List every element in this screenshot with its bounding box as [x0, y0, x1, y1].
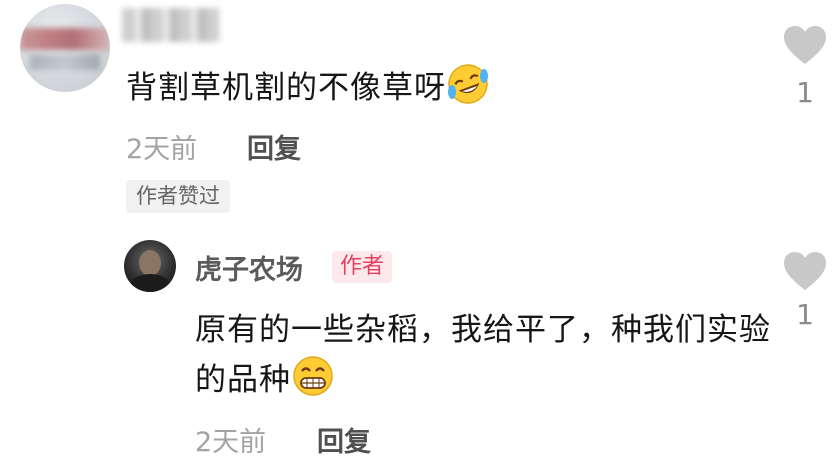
comment-reply-button[interactable]: 回复	[247, 127, 301, 166]
comment-text-content: 背割草机割的不像草呀	[126, 70, 446, 106]
comment-time: 2天前	[126, 134, 198, 165]
avatar-blur-strip	[20, 28, 110, 50]
author-badge: 作者	[332, 251, 393, 283]
avatar-body	[130, 274, 170, 292]
author-avatar[interactable]	[124, 240, 176, 292]
commenter-username-blurred[interactable]	[122, 8, 220, 42]
reply-time: 2天前	[195, 427, 267, 458]
reply-like-count: 1	[796, 298, 814, 331]
grin-emoji-icon	[291, 354, 335, 412]
avatar-face	[139, 250, 161, 276]
comment-like-count: 1	[796, 76, 814, 109]
rofl-emoji-icon	[446, 62, 490, 118]
like-heart-icon[interactable]	[782, 24, 828, 66]
comment-text: 背割草机割的不像草呀	[126, 62, 490, 118]
reply-reply-button[interactable]: 回复	[317, 420, 371, 459]
reply-text-content: 原有的一些杂稻，我给平了，种我们实验的品种	[195, 312, 771, 398]
like-heart-icon[interactable]	[782, 250, 828, 292]
commenter-avatar[interactable]	[20, 4, 110, 92]
author-liked-chip: 作者赞过	[126, 180, 230, 213]
reply-text: 原有的一些杂稻，我给平了，种我们实验的品种	[195, 306, 785, 412]
reply-username[interactable]: 虎子农场	[195, 248, 303, 287]
avatar-blur-strip-secondary	[30, 54, 100, 70]
